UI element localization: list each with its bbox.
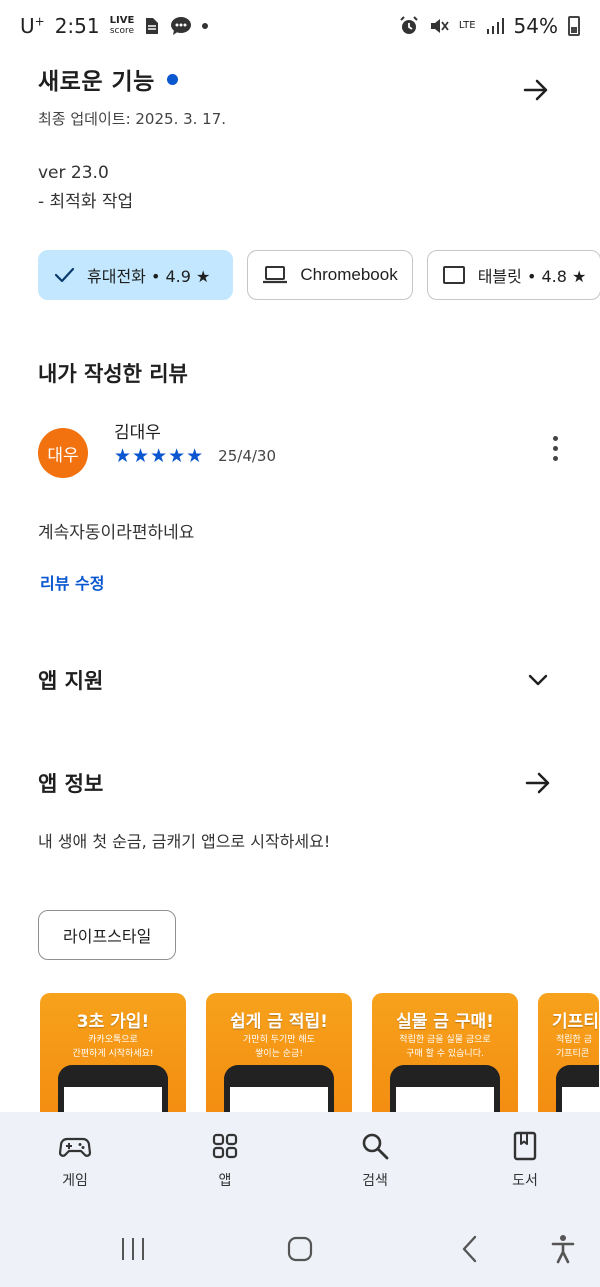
review-header: 대우 김대우 ★★★★★ 25/4/30 bbox=[38, 418, 560, 488]
whats-new-section: 새로운 기능 최종 업데이트: 2025. 3. 17. ver 23.0 - … bbox=[38, 62, 560, 217]
nav-books[interactable]: 도서 bbox=[465, 1130, 585, 1212]
arrow-right-icon[interactable] bbox=[524, 769, 552, 797]
screenshot-title: 실물 금 구매! bbox=[396, 1012, 494, 1032]
notification-app-icon bbox=[146, 18, 159, 34]
arrow-right-icon[interactable] bbox=[522, 76, 550, 104]
battery-icon bbox=[568, 16, 580, 36]
nav-apps[interactable]: 앱 bbox=[165, 1130, 285, 1212]
bottom-navigation: 게임 앱 검색 도서 bbox=[0, 1112, 600, 1212]
new-indicator-dot bbox=[166, 73, 178, 85]
carrier-label: U+ bbox=[20, 14, 45, 38]
alarm-icon bbox=[400, 16, 418, 34]
screenshot-subtitle: 적립한 금을 실물 금으로 구매 할 수 있습니다. bbox=[399, 1035, 491, 1059]
nav-books-label: 도서 bbox=[512, 1173, 538, 1189]
back-icon[interactable] bbox=[458, 1234, 482, 1264]
mute-icon bbox=[430, 19, 449, 33]
screenshot-subtitle: 카카오톡으로 간편하게 시작하세요! bbox=[72, 1035, 154, 1059]
notification-dot-icon bbox=[202, 23, 209, 29]
category-chip[interactable]: 라이프스타일 bbox=[38, 910, 177, 960]
chevron-down-icon[interactable] bbox=[526, 668, 550, 692]
nav-games-label: 게임 bbox=[62, 1173, 88, 1189]
screenshot-item[interactable]: 쉽게 금 적립! 가만히 두기만 해도 쌓이는 순금! bbox=[206, 993, 352, 1123]
chip-chromebook-label: Chromebook bbox=[300, 265, 398, 284]
screenshot-carousel[interactable]: 3초 가입! 카카오톡으로 간편하게 시작하세요! 쉽게 금 적립! 가만히 두… bbox=[40, 993, 599, 1123]
book-icon bbox=[513, 1131, 537, 1161]
lte-icon: LTE bbox=[458, 20, 476, 31]
review-date: 25/4/30 bbox=[218, 447, 276, 465]
whats-new-title: 새로운 기능 bbox=[38, 69, 155, 95]
recent-apps-icon[interactable] bbox=[120, 1234, 146, 1264]
more-options-icon[interactable] bbox=[550, 436, 560, 461]
accessibility-icon[interactable] bbox=[550, 1234, 576, 1264]
nav-apps-label: 앱 bbox=[218, 1173, 232, 1189]
livescore-icon: LIVE score bbox=[109, 15, 135, 37]
screenshot-item[interactable]: 실물 금 구매! 적립한 금을 실물 금으로 구매 할 수 있습니다. bbox=[372, 993, 518, 1123]
screenshot-item[interactable]: 기프티 적립한 금 기프티콘 bbox=[538, 993, 599, 1123]
chip-tablet[interactable]: 태블릿 • 4.8 ★ bbox=[426, 250, 600, 300]
device-filter-chips: 휴대전화 • 4.9 ★ Chromebook 태블릿 • 4.8 ★ bbox=[38, 250, 600, 300]
nav-games[interactable]: 게임 bbox=[15, 1130, 135, 1212]
nav-search[interactable]: 검색 bbox=[315, 1130, 435, 1212]
chip-tablet-label: 태블릿 • 4.8 ★ bbox=[477, 267, 587, 286]
reviewer-name: 김대우 bbox=[114, 423, 161, 443]
screenshot-subtitle: 적립한 금 기프티콘 bbox=[556, 1035, 592, 1059]
status-time: 2:51 bbox=[54, 14, 100, 38]
laptop-icon bbox=[263, 266, 288, 284]
screenshot-title: 3초 가입! bbox=[76, 1012, 150, 1032]
version-text: ver 23.0 bbox=[38, 163, 109, 183]
my-review-title: 내가 작성한 리뷰 bbox=[38, 362, 188, 386]
last-updated-date: 최종 업데이트: 2025. 3. 17. bbox=[38, 110, 227, 128]
battery-percent: 54% bbox=[513, 14, 558, 38]
app-description: 내 생애 첫 순금, 금캐기 앱으로 시작하세요! bbox=[38, 832, 331, 851]
review-text: 계속자동이라편하네요 bbox=[38, 523, 195, 543]
chip-phone-label: 휴대전화 • 4.9 ★ bbox=[87, 267, 211, 286]
star-rating: ★★★★★ bbox=[114, 445, 205, 467]
chip-phone[interactable]: 휴대전화 • 4.9 ★ bbox=[38, 250, 234, 300]
edit-review-link[interactable]: 리뷰 수정 bbox=[40, 570, 104, 594]
chip-chromebook[interactable]: Chromebook bbox=[247, 250, 413, 300]
app-support-title[interactable]: 앱 지원 bbox=[38, 665, 103, 695]
screenshot-title: 쉽게 금 적립! bbox=[230, 1012, 328, 1032]
status-bar: U+ 2:51 LIVE score LTE 54% bbox=[0, 0, 600, 52]
check-icon bbox=[54, 267, 75, 283]
screenshot-title: 기프티 bbox=[552, 1012, 599, 1032]
home-icon[interactable] bbox=[286, 1234, 314, 1264]
release-note: - 최적화 작업 bbox=[38, 192, 134, 212]
search-icon bbox=[362, 1133, 389, 1160]
gamepad-icon bbox=[59, 1137, 91, 1157]
apps-grid-icon bbox=[212, 1133, 238, 1159]
app-info-title[interactable]: 앱 정보 bbox=[38, 768, 103, 798]
system-navigation-bar bbox=[0, 1212, 600, 1287]
screenshot-subtitle: 가만히 두기만 해도 쌓이는 순금! bbox=[243, 1035, 315, 1059]
screenshot-item[interactable]: 3초 가입! 카카오톡으로 간편하게 시작하세요! bbox=[40, 993, 186, 1123]
tablet-icon bbox=[442, 266, 465, 284]
chat-bubble-icon bbox=[171, 17, 192, 35]
signal-icon bbox=[486, 18, 504, 34]
avatar: 대우 bbox=[38, 428, 88, 478]
nav-search-label: 검색 bbox=[362, 1173, 388, 1189]
